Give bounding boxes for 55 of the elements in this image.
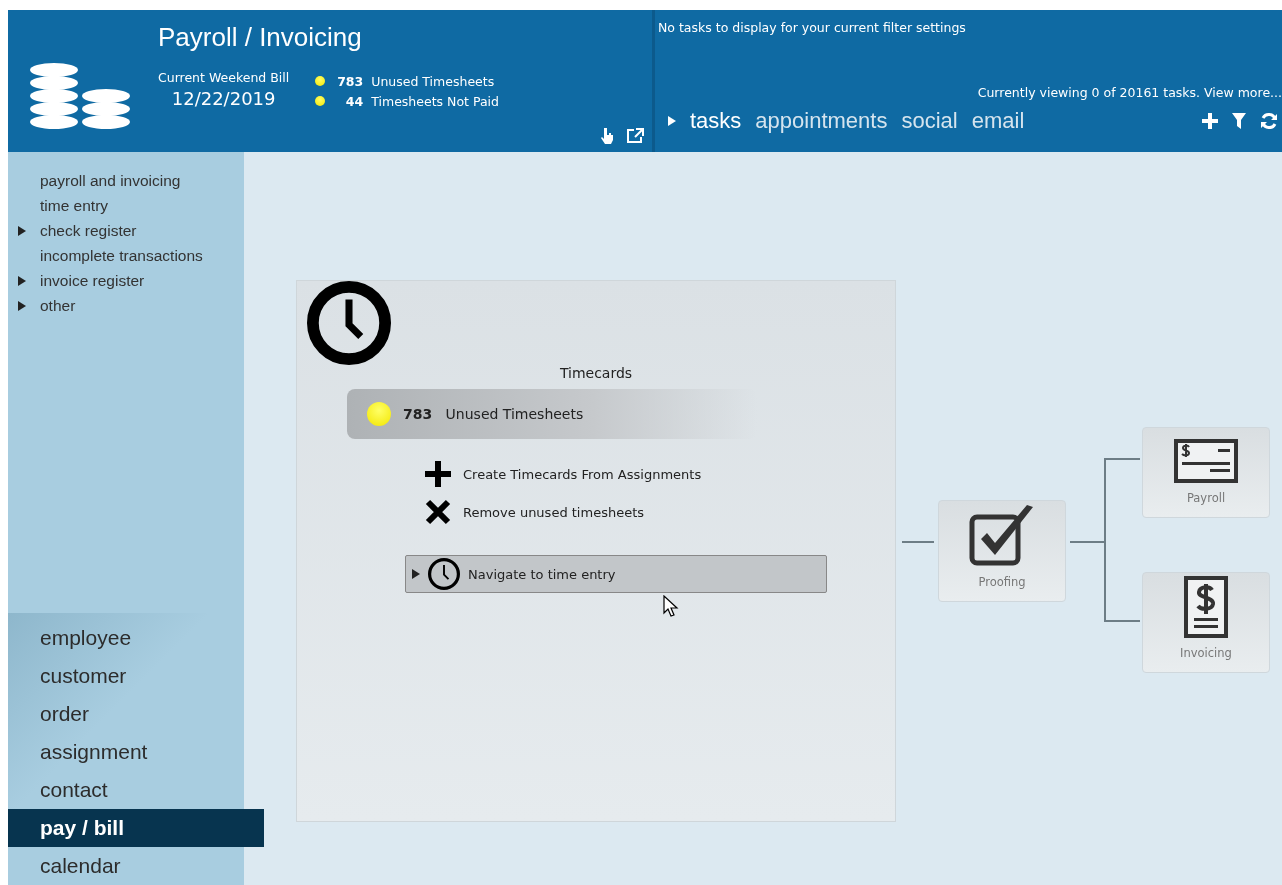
menu-item[interactable]: other (18, 293, 244, 318)
bill-date: 12/22/2019 (170, 88, 277, 109)
workflow-node[interactable]: Payroll (1142, 427, 1270, 518)
panel-tab[interactable]: tasks (690, 108, 742, 134)
nav-item[interactable]: customer (8, 657, 244, 695)
nav-item[interactable]: order (8, 695, 244, 733)
nav-item[interactable]: calendar (8, 847, 244, 885)
clock-icon (428, 558, 460, 590)
stat-label: Unused Timesheets (371, 73, 495, 89)
menu-item[interactable]: invoice register (18, 268, 244, 293)
expand-icon[interactable] (18, 275, 26, 286)
nav-item[interactable]: pay / bill (8, 809, 264, 847)
expand-icon[interactable] (668, 116, 676, 126)
status-text: 783 Unused Timesheets (403, 406, 584, 422)
status-dot (315, 76, 326, 86)
check-icon (1174, 439, 1238, 483)
menu-item[interactable]: check register (18, 218, 244, 243)
menu-item[interactable]: payroll and invoicing (18, 168, 244, 193)
page-title: Payroll / Invoicing (158, 22, 363, 53)
stat-label: Timesheets Not Paid (371, 93, 499, 109)
panel-tab[interactable]: appointments (755, 108, 888, 134)
close-icon (425, 499, 451, 525)
stat-count: 44 (344, 93, 364, 109)
status-dot (367, 402, 391, 426)
clock-icon (307, 281, 391, 365)
card-title: Timecards (559, 365, 633, 381)
action-link[interactable]: Create Timecards From Assignments (425, 455, 702, 493)
nav-item[interactable]: contact (8, 771, 244, 809)
stat-count: 783 (336, 73, 364, 89)
checkbox-icon (969, 505, 1035, 567)
menu-item[interactable]: incomplete transactions (18, 243, 244, 268)
status-dot (315, 96, 326, 106)
view-more-link[interactable]: Currently viewing 0 of 20161 tasks. View more... (977, 85, 1282, 100)
workflow-node[interactable]: Proofing (938, 500, 1066, 602)
expand-icon[interactable] (18, 225, 26, 236)
navigate-button[interactable]: Navigate to time entry (405, 555, 827, 593)
action-link[interactable]: Remove unused timesheets (425, 493, 644, 531)
pointer-icon[interactable] (600, 128, 614, 144)
plus-icon (425, 461, 451, 487)
cursor-icon (663, 595, 679, 617)
expand-icon[interactable] (18, 300, 26, 311)
nav-item[interactable]: employee (8, 619, 244, 657)
expand-icon[interactable] (412, 569, 420, 579)
nav-item[interactable]: assignment (8, 733, 244, 771)
menu-item[interactable]: time entry (18, 193, 244, 218)
bill-label: Current Weekend Bill (158, 70, 290, 85)
external-link-icon[interactable] (626, 128, 644, 144)
panel-tab[interactable]: social (901, 108, 958, 134)
add-icon[interactable] (1202, 113, 1218, 129)
filter-icon[interactable] (1232, 113, 1246, 129)
invoice-icon (1184, 576, 1228, 638)
panel-tab[interactable]: email (971, 108, 1025, 134)
refresh-icon[interactable] (1260, 112, 1278, 130)
empty-message: No tasks to display for your current filter settings (658, 20, 967, 35)
workflow-node[interactable]: Invoicing (1142, 572, 1270, 673)
